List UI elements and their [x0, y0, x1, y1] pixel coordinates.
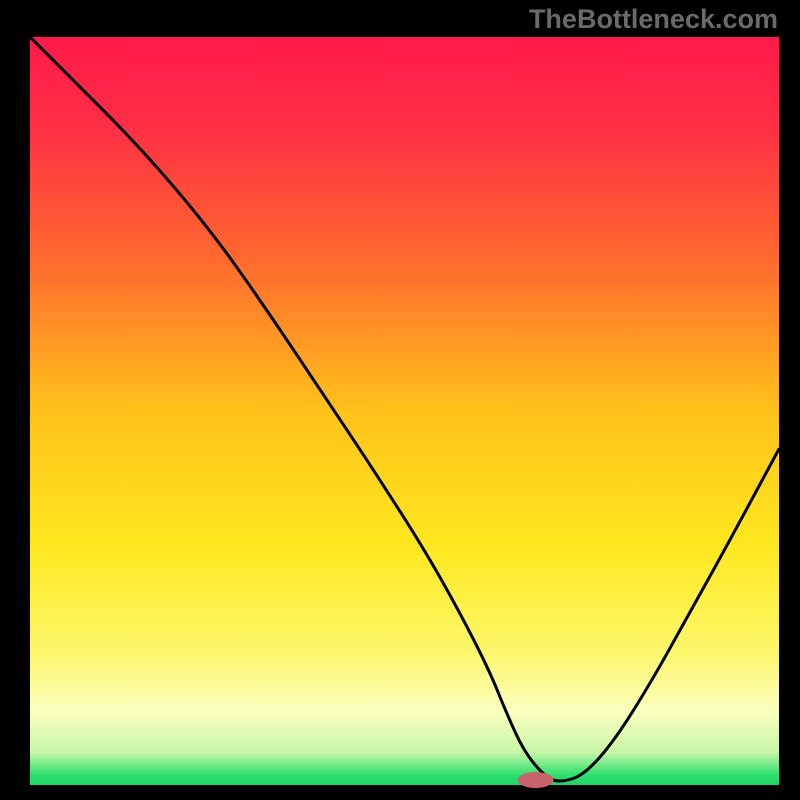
optimal-marker: [518, 772, 554, 788]
bottleneck-chart: [0, 0, 800, 800]
chart-frame: TheBottleneck.com: [0, 0, 800, 800]
